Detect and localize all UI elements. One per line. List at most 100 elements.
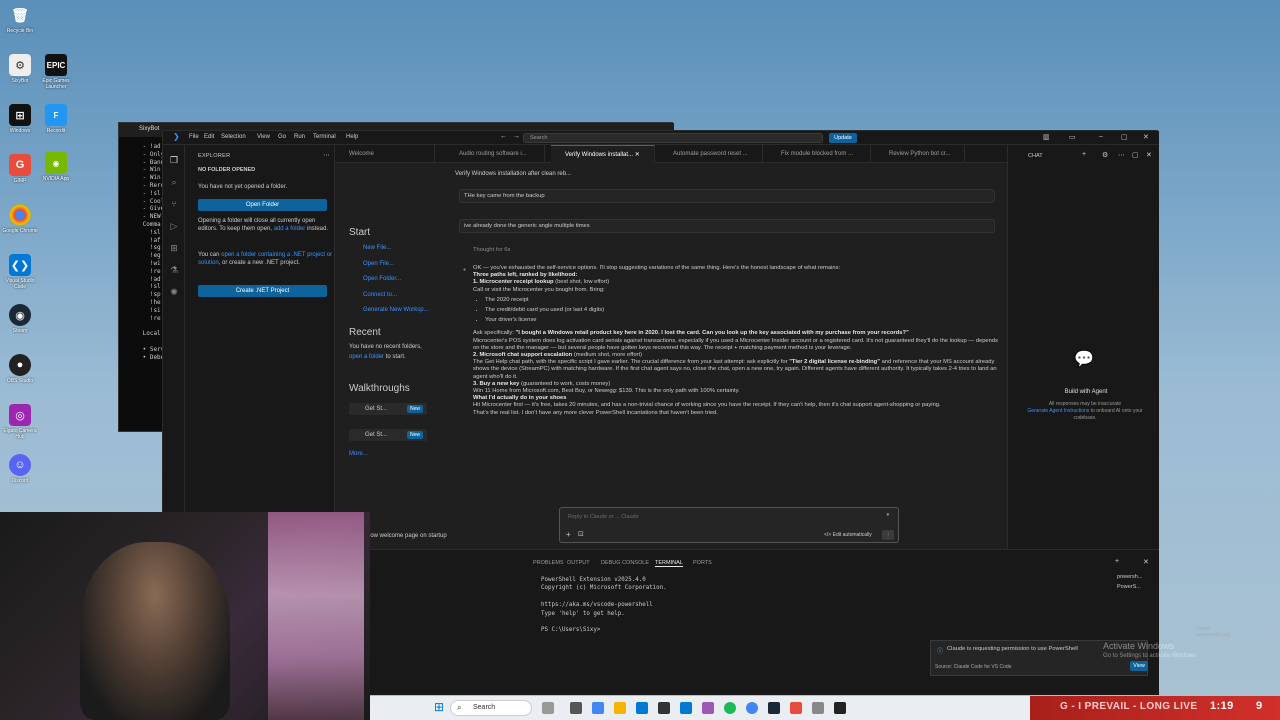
task-view-icon[interactable] (542, 702, 554, 714)
testing-icon[interactable]: ⚗ (169, 265, 179, 275)
update-button[interactable]: Update (829, 133, 857, 143)
panel-tab-problems[interactable]: PROBLEMS (533, 560, 564, 566)
run-debug-icon[interactable]: ▷ (169, 221, 179, 231)
panel-toggle-icon[interactable]: ▭ (1069, 133, 1076, 141)
add-folder-link[interactable]: add a folder (274, 226, 306, 232)
desktop-icon-discord[interactable]: ☺ Discord (2, 454, 38, 484)
desktop-icon-chrome[interactable]: Google Chrome (2, 204, 38, 234)
generate-instructions-link[interactable]: Generate Agent Instructions (1027, 408, 1089, 414)
send-button[interactable]: ↑ (882, 530, 894, 540)
terminal-item-1[interactable]: powersh... (1117, 572, 1159, 582)
desktop-icon-windows[interactable]: ⊞ Windows (2, 104, 38, 134)
more-actions-icon[interactable]: ⋯ (323, 151, 330, 159)
desktop-icon-vscode[interactable]: ❮❯ Visual Studio Code (2, 254, 38, 290)
panel-tab-terminal[interactable]: TERMINAL (655, 560, 683, 567)
edge-icon[interactable] (636, 702, 648, 714)
open-folder-recent-link[interactable]: open a folder (349, 354, 384, 360)
spotify-icon[interactable] (724, 702, 736, 714)
vscode-taskbar-icon[interactable] (680, 702, 692, 714)
layout-icon[interactable]: ▥ (1043, 133, 1050, 141)
more-walkthroughs-link[interactable]: More... (349, 451, 368, 457)
desktop-icon-gimp[interactable]: G GIMP (2, 154, 38, 184)
chrome-taskbar-icon[interactable] (746, 702, 758, 714)
explorer-icon[interactable]: ❐ (169, 155, 179, 165)
tab-audio-routing[interactable]: Audio routing software i... (445, 145, 545, 163)
obs-taskbar-icon[interactable] (834, 702, 846, 714)
file-explorer-icon[interactable] (614, 702, 626, 714)
view-button[interactable]: View (1130, 661, 1148, 671)
command-search[interactable]: Search (523, 133, 823, 143)
steam-taskbar-icon[interactable] (768, 702, 780, 714)
panel-tab-output[interactable]: OUTPUT (567, 560, 590, 566)
open-folder-link[interactable]: Open Folder... (363, 276, 401, 282)
menu-view[interactable]: View (257, 134, 270, 140)
slash-command-icon[interactable]: ⊡ (578, 530, 584, 538)
maximize-icon[interactable]: ▢ (1121, 133, 1128, 141)
menu-go[interactable]: Go (278, 134, 286, 140)
new-file-link[interactable]: New File... (363, 245, 391, 251)
chat-input[interactable]: Reply to Claude or ... Claude ● + ⊡ </> … (559, 507, 899, 543)
close-icon[interactable]: ✕ (1143, 133, 1149, 141)
forward-arrow-icon[interactable]: → (513, 133, 520, 140)
menu-terminal[interactable]: Terminal (313, 134, 336, 140)
tab-welcome[interactable]: Welcome (335, 145, 435, 163)
start-icon[interactable]: ⊞ (434, 700, 444, 714)
desktop-icon-recycle-bin[interactable]: 🗑 Recycle Bin (2, 4, 38, 35)
menu-help[interactable]: Help (346, 134, 358, 140)
generate-workspace-link[interactable]: Generate New Worksp... (363, 307, 429, 313)
walkthrough-item-1[interactable]: Get St... New (349, 403, 427, 415)
show-welcome-checkbox[interactable]: Show welcome page on startup (363, 533, 449, 539)
menu-file[interactable]: File (189, 134, 199, 140)
panel-tab-ports[interactable]: PORTS (693, 560, 712, 566)
desktop-icon-elgato[interactable]: ◎ Elgato Camera Hub (2, 404, 38, 440)
tab-fix-module[interactable]: Fix module blocked from ... (767, 145, 871, 163)
close-panel-icon[interactable]: ✕ (1143, 558, 1149, 566)
desktop-icon-recordit[interactable]: F Recordit (40, 104, 72, 134)
settings-taskbar-icon[interactable] (812, 702, 824, 714)
desktop-icon-epic[interactable]: EPIC Epic Games Launcher (40, 54, 72, 90)
back-arrow-icon[interactable]: ← (500, 133, 507, 140)
settings-icon[interactable]: ⚙ (1102, 151, 1108, 159)
maximize-panel-icon[interactable]: ▢ (1132, 151, 1139, 159)
minimize-icon[interactable]: – (1099, 133, 1103, 140)
edit-mode-selector[interactable]: </> Edit automatically (824, 532, 872, 538)
open-file-link[interactable]: Open File... (363, 261, 394, 267)
no-folder-section[interactable]: NO FOLDER OPENED (198, 167, 255, 173)
tab-review-python[interactable]: Review Python bot cr... (875, 145, 965, 163)
walkthrough-item-2[interactable]: Get St... New (349, 429, 427, 441)
claude-icon[interactable]: ✺ (169, 287, 179, 297)
open-folder-button[interactable]: Open Folder (198, 199, 327, 211)
copilot-icon[interactable] (592, 702, 604, 714)
close-panel-icon[interactable]: ✕ (1146, 151, 1152, 159)
taskbar-search[interactable]: ⌕ Search (450, 700, 532, 716)
more-icon[interactable]: ⋯ (1118, 151, 1125, 159)
menu-run[interactable]: Run (294, 134, 305, 140)
terminal-item-2[interactable]: PowerS... (1117, 582, 1159, 592)
thought-indicator[interactable]: Thought for 6s (473, 247, 1013, 254)
search-icon[interactable]: ⌕ (169, 177, 179, 187)
store-icon[interactable] (658, 702, 670, 714)
create-dotnet-button[interactable]: Create .NET Project (198, 285, 327, 297)
menu-edit[interactable]: Edit (204, 134, 214, 140)
desktop-icon-sixybot[interactable]: ⚙ SixyBot (2, 54, 38, 84)
terminal-output[interactable]: PowerShell Extension v2025.4.0 Copyright… (541, 576, 667, 635)
extensions-icon[interactable]: ⊞ (169, 243, 179, 253)
gimp-taskbar-icon[interactable] (790, 702, 802, 714)
microphone-icon[interactable]: ● (886, 512, 890, 518)
desktop-icon-nvidia[interactable]: ◉ NVIDIA App (40, 152, 72, 182)
add-context-icon[interactable]: + (566, 530, 571, 539)
desktop-icon-steam[interactable]: ◉ Steam (2, 304, 38, 334)
app-icon[interactable] (702, 702, 714, 714)
connect-link[interactable]: Connect to... (363, 292, 397, 298)
file-tab[interactable]: rotate-passwords.ps1 (1197, 626, 1230, 638)
new-chat-icon[interactable]: + (1082, 151, 1086, 158)
tab-close-icon[interactable]: ✕ (635, 152, 640, 158)
new-terminal-icon[interactable]: + (1115, 558, 1119, 565)
tab-automate-password[interactable]: Automate password reset ... (659, 145, 763, 163)
desktop-icon-obs[interactable]: ● OBS Studio (2, 354, 38, 384)
widget-icon[interactable] (570, 702, 582, 714)
source-control-icon[interactable]: ⑂ (169, 199, 179, 209)
panel-tab-debug-console[interactable]: DEBUG CONSOLE (601, 560, 649, 566)
tab-verify-windows[interactable]: Verify Windows installat... ✕ (551, 145, 655, 163)
menu-selection[interactable]: Selection (221, 134, 246, 140)
